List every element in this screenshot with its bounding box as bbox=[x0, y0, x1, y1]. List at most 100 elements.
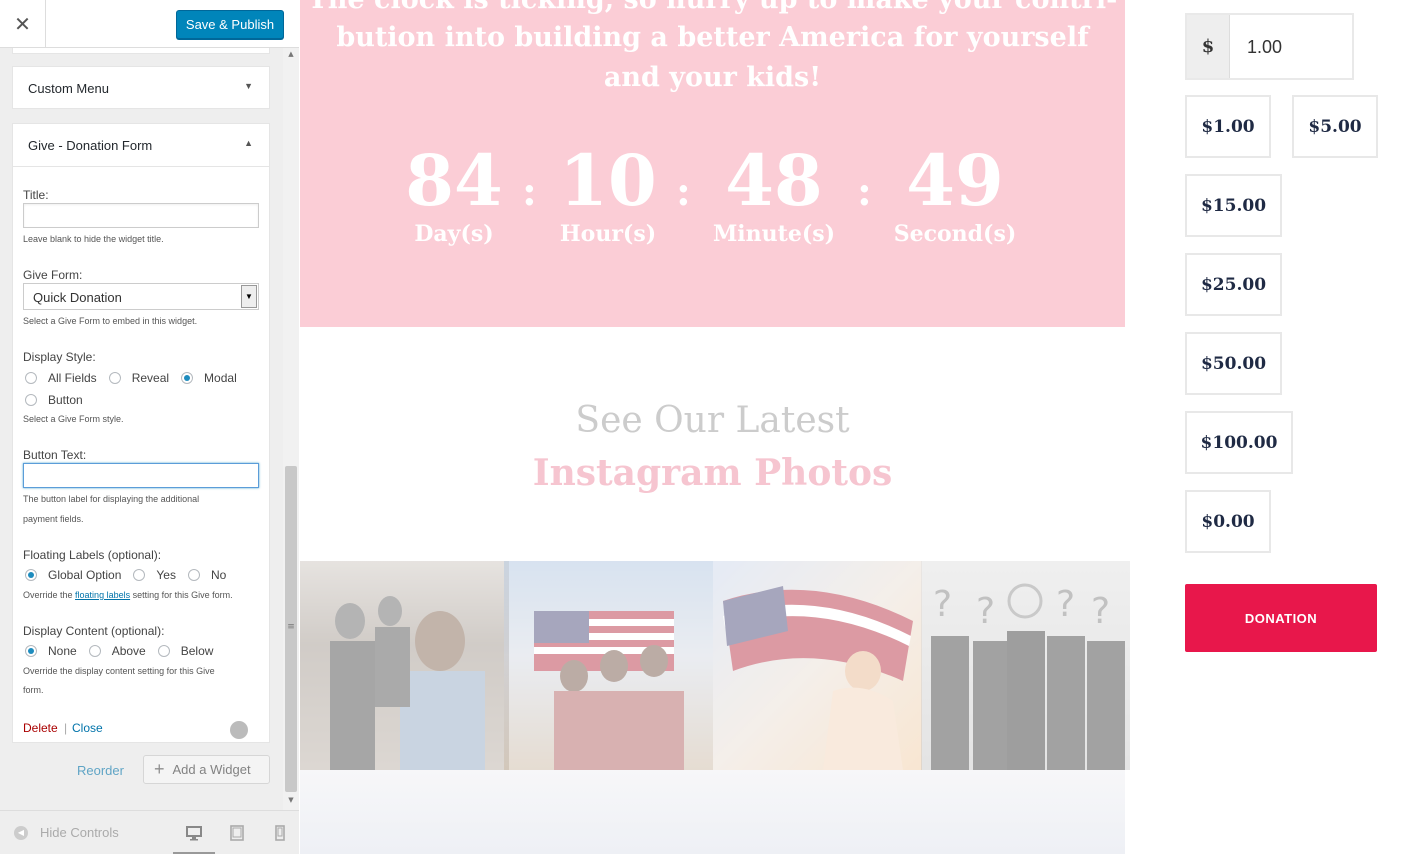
radio-none[interactable] bbox=[25, 645, 37, 657]
radio-global-option[interactable] bbox=[25, 569, 37, 581]
radio-yes[interactable] bbox=[133, 569, 146, 581]
footer-strip bbox=[300, 770, 1125, 854]
button-text-input[interactable] bbox=[23, 463, 259, 488]
site-preview: The clock is ticking, so hurry up to mak… bbox=[300, 0, 1419, 854]
mobile-icon[interactable] bbox=[272, 825, 288, 841]
chevron-down-icon[interactable]: ▼ bbox=[241, 285, 257, 308]
countdown-seconds-label: Second(s) bbox=[893, 221, 1017, 247]
radio-above[interactable] bbox=[88, 645, 101, 657]
collapse-arrow-icon[interactable]: ▲ bbox=[244, 138, 253, 148]
radio-modal[interactable] bbox=[181, 372, 194, 384]
instagram-photo-woman-flag[interactable] bbox=[713, 561, 922, 770]
countdown-seconds: 49 bbox=[906, 139, 1004, 222]
radio-below[interactable] bbox=[157, 645, 170, 657]
donation-level-button[interactable]: $0.00 bbox=[1185, 490, 1271, 553]
widget-title: Give - Donation Form bbox=[28, 138, 153, 153]
donation-amount-value[interactable]: 1.00 bbox=[1247, 37, 1282, 58]
button-text-help-1: The button label for displaying the addi… bbox=[23, 494, 200, 504]
widget-custom-menu[interactable]: Custom Menu ▼ bbox=[12, 66, 270, 109]
instagram-photo-question-men[interactable]: ? ? ? ? bbox=[921, 561, 1130, 770]
radio-label-reveal: Reveal bbox=[131, 371, 170, 385]
scroll-up-arrow-icon[interactable]: ▲ bbox=[283, 50, 299, 60]
scroll-thumb[interactable]: ≡ bbox=[285, 466, 297, 792]
donation-level-button[interactable]: $1.00 bbox=[1185, 95, 1271, 158]
display-style-label: Display Style: bbox=[23, 350, 96, 364]
widget-list: Custom Menu ▼ Give - Donation Form ▲ Tit… bbox=[0, 48, 283, 810]
display-style-row-1: All Fields Reveal Modal bbox=[25, 371, 237, 385]
add-widget-label: Add a Widget bbox=[172, 762, 251, 777]
delete-widget-link[interactable]: Delete bbox=[23, 721, 58, 735]
radio-reveal[interactable] bbox=[108, 372, 121, 384]
desktop-icon[interactable] bbox=[186, 825, 202, 841]
svg-text:?: ? bbox=[1056, 584, 1075, 625]
button-text-help-2: payment fields. bbox=[23, 514, 84, 524]
title-help: Leave blank to hide the widget title. bbox=[23, 234, 164, 244]
give-form-select[interactable]: Quick Donation ▼ bbox=[23, 283, 259, 310]
expand-arrow-icon[interactable]: ▼ bbox=[244, 81, 253, 91]
give-form-selected: Quick Donation bbox=[33, 290, 122, 305]
plus-icon: + bbox=[154, 759, 165, 779]
title-label: Title: bbox=[23, 188, 49, 202]
donation-level-button[interactable]: $100.00 bbox=[1185, 411, 1293, 474]
radio-label-no: No bbox=[210, 568, 227, 582]
donation-level-button[interactable]: $50.00 bbox=[1185, 332, 1282, 395]
radio-label-all-fields: All Fields bbox=[48, 371, 97, 385]
tablet-icon[interactable] bbox=[229, 825, 245, 841]
currency-symbol: $ bbox=[1187, 15, 1230, 78]
donation-level-button[interactable]: $5.00 bbox=[1292, 95, 1378, 158]
hide-controls-label: Hide Controls bbox=[40, 825, 119, 840]
customizer-panel: ✕ Save & Publish Custom Menu ▼ Give - Do… bbox=[0, 0, 299, 854]
customizer-header: ✕ Save & Publish bbox=[0, 0, 299, 48]
instagram-heading-line-1: See Our Latest bbox=[575, 400, 850, 441]
countdown-minutes-label: Minute(s) bbox=[712, 221, 836, 247]
countdown-hero: The clock is ticking, so hurry up to mak… bbox=[300, 0, 1125, 327]
floating-labels-row: Global Option Yes No bbox=[25, 568, 226, 582]
panel-scrollbar[interactable]: ▲ ≡ ▼ bbox=[283, 48, 299, 810]
radio-label-above: Above bbox=[111, 644, 146, 658]
instagram-photo-business-team[interactable] bbox=[300, 561, 509, 770]
countdown-days: 84 bbox=[405, 139, 503, 222]
donation-amount-field[interactable]: $ 1.00 bbox=[1185, 13, 1354, 80]
hero-text-line-1: The clock is ticking, so hurry up to mak… bbox=[300, 0, 1125, 15]
countdown-days-label: Day(s) bbox=[414, 221, 494, 247]
close-customizer-button[interactable]: ✕ bbox=[0, 0, 46, 48]
title-input[interactable] bbox=[23, 203, 259, 228]
radio-label-button: Button bbox=[48, 393, 83, 407]
floating-labels-help: Override the floating labels setting for… bbox=[23, 585, 233, 605]
save-publish-button[interactable]: Save & Publish bbox=[176, 10, 284, 39]
countdown-hours-label: Hour(s) bbox=[559, 221, 657, 247]
reorder-link[interactable]: Reorder bbox=[77, 763, 124, 778]
instagram-photo-family-flag[interactable] bbox=[504, 561, 713, 770]
spinner-icon bbox=[230, 721, 248, 739]
countdown-separator: : bbox=[857, 168, 872, 215]
widget-give-header[interactable]: Give - Donation Form ▲ bbox=[13, 124, 269, 167]
previous-widget-edge bbox=[12, 48, 270, 54]
floating-labels-link[interactable]: floating labels bbox=[75, 590, 130, 600]
hero-text-line-2: bution into building a better America fo… bbox=[336, 22, 1089, 53]
svg-text:?: ? bbox=[933, 584, 952, 625]
countdown-hours: 10 bbox=[559, 139, 657, 222]
radio-label-global-option: Global Option bbox=[48, 568, 122, 582]
floating-help-pre: Override the bbox=[23, 590, 73, 600]
hide-controls-button[interactable]: ◀ Hide Controls bbox=[14, 825, 119, 840]
add-widget-button[interactable]: + Add a Widget bbox=[143, 755, 270, 784]
donation-level-button[interactable]: $15.00 bbox=[1185, 174, 1282, 237]
display-content-help-1: Override the display content setting for… bbox=[23, 666, 215, 676]
radio-label-none: None bbox=[48, 644, 77, 658]
close-widget-link[interactable]: Close bbox=[72, 721, 103, 735]
give-form-label: Give Form: bbox=[23, 268, 83, 282]
widget-give-donation-form: Give - Donation Form ▲ Title: Leave blan… bbox=[12, 123, 270, 743]
link-separator: | bbox=[64, 721, 68, 735]
display-content-help-2: form. bbox=[23, 685, 44, 695]
radio-no[interactable] bbox=[187, 569, 200, 581]
donation-level-button[interactable]: $25.00 bbox=[1185, 253, 1282, 316]
countdown-separator: : bbox=[522, 168, 537, 215]
donate-button[interactable]: DONATION bbox=[1185, 584, 1377, 652]
give-form-help: Select a Give Form to embed in this widg… bbox=[23, 316, 198, 326]
floating-labels-label: Floating Labels (optional): bbox=[23, 548, 162, 562]
radio-button[interactable] bbox=[25, 394, 37, 406]
radio-label-modal: Modal bbox=[204, 371, 237, 385]
display-content-label: Display Content (optional): bbox=[23, 624, 165, 638]
radio-all-fields[interactable] bbox=[25, 372, 37, 384]
scroll-down-arrow-icon[interactable]: ▼ bbox=[283, 796, 299, 806]
